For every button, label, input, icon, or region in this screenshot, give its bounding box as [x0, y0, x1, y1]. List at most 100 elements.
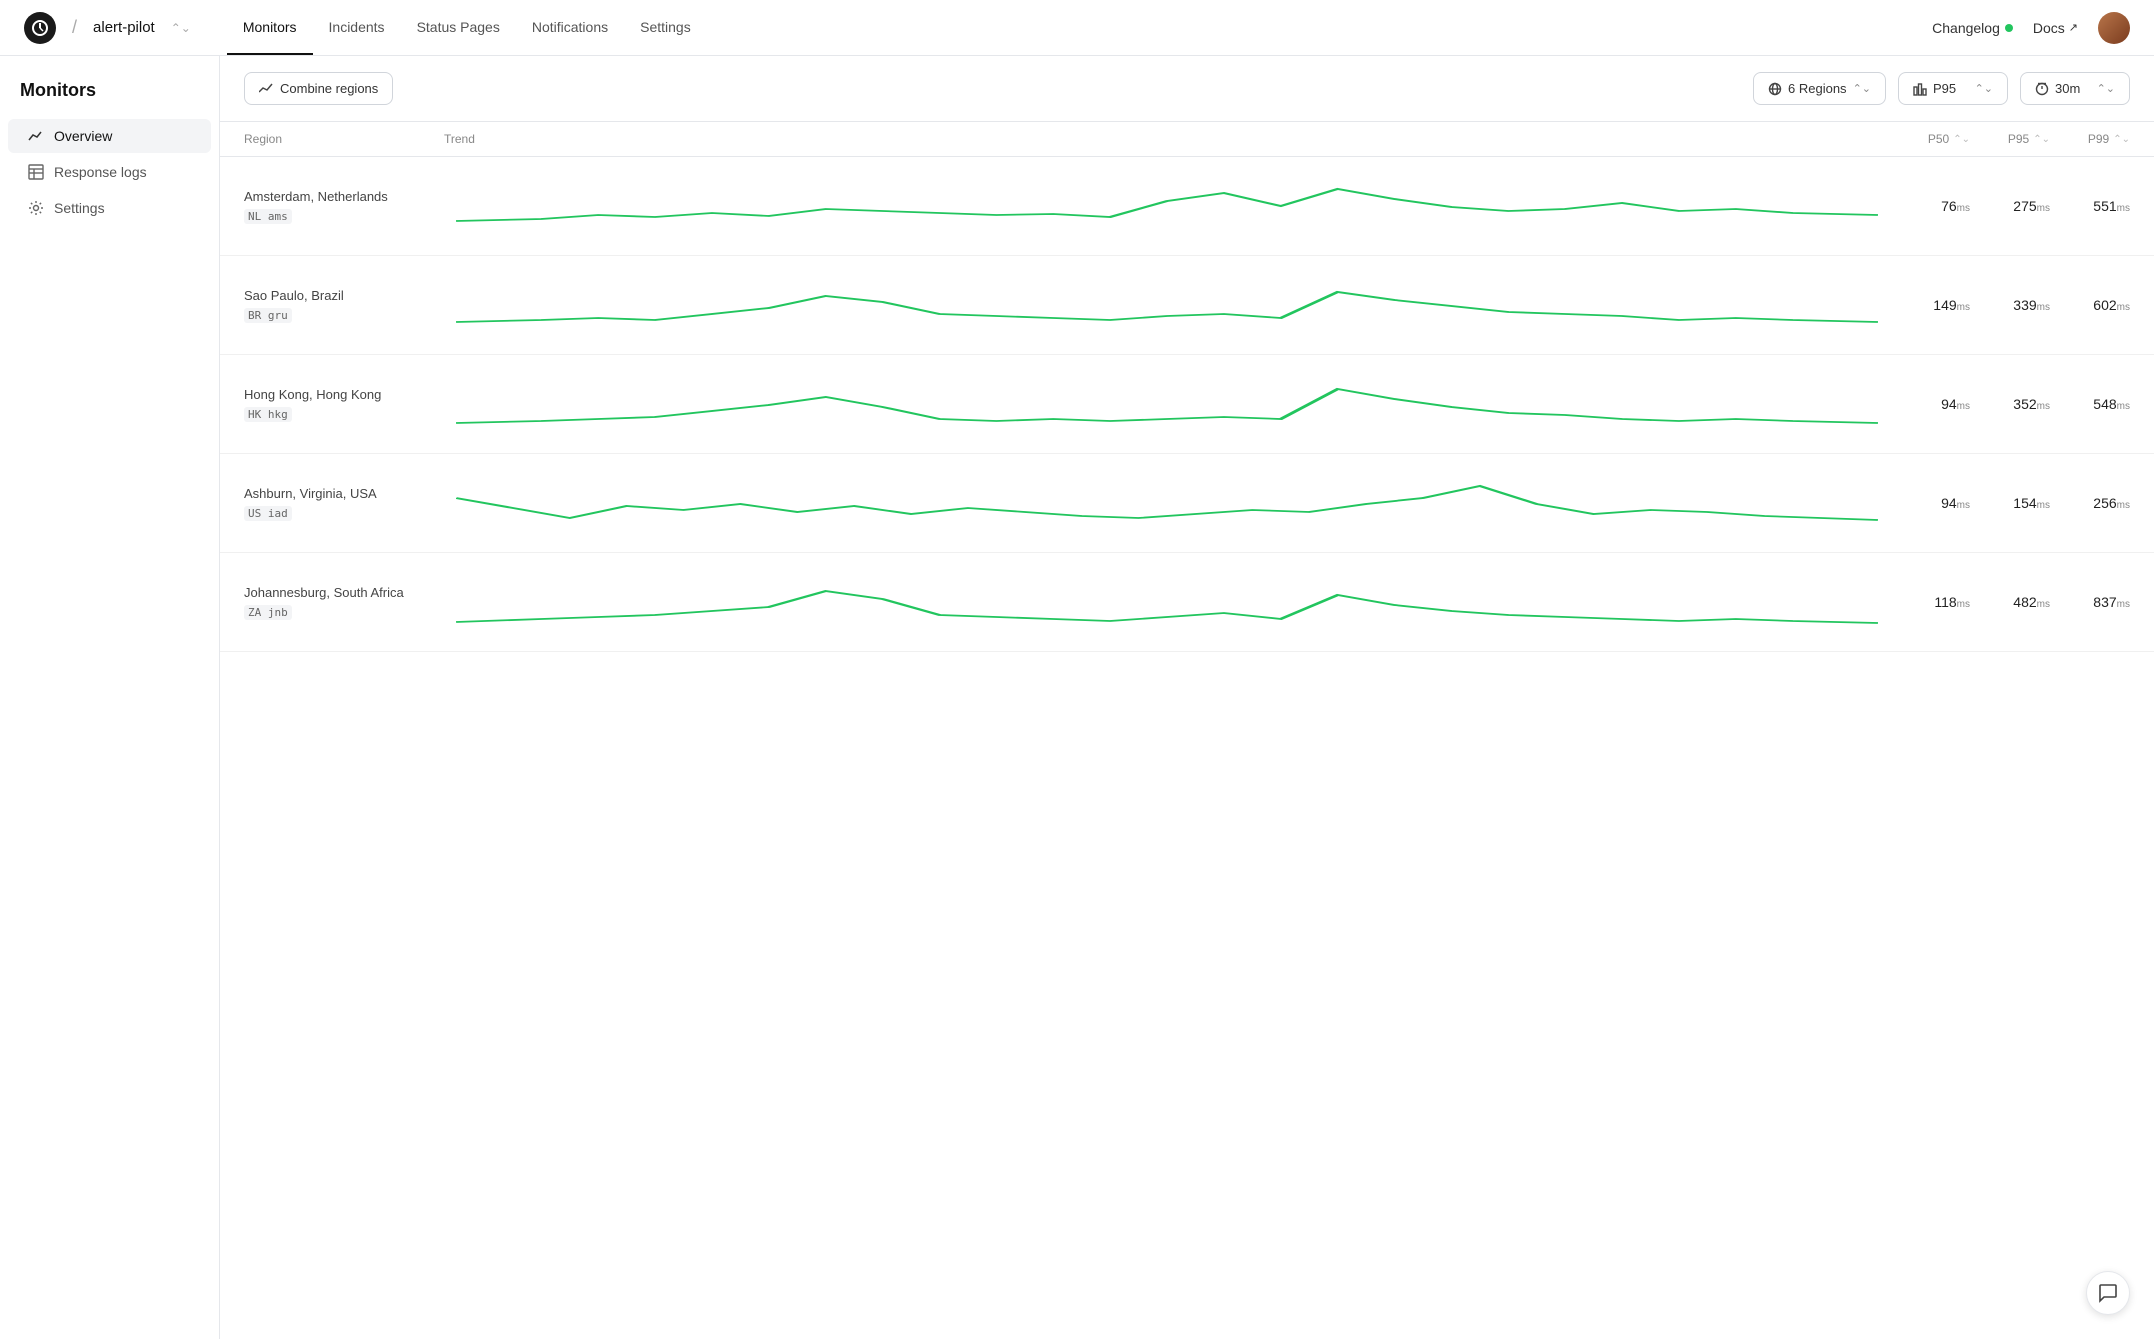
regions-label: 6 Regions — [1788, 81, 1847, 96]
p50-sort-icon: ⌃⌄ — [1953, 134, 1970, 145]
bar-chart-icon — [1913, 82, 1927, 96]
p50-gru: 149ms — [1890, 297, 1970, 313]
table-row: Ashburn, Virginia, USA US iad 94ms 154ms… — [220, 454, 2154, 553]
percentile-label: P95 — [1933, 81, 1956, 96]
nav-right: Changelog Docs ↗ — [1932, 12, 2130, 44]
region-info-jnb: Johannesburg, South Africa ZA jnb — [244, 584, 444, 620]
p99-ams: 551ms — [2050, 198, 2130, 214]
sidebar-response-logs-label: Response logs — [54, 164, 147, 180]
col-region-label: Region — [244, 132, 282, 146]
changelog-button[interactable]: Changelog — [1932, 20, 2013, 36]
changelog-label: Changelog — [1932, 20, 2000, 36]
docs-label: Docs — [2033, 20, 2065, 36]
col-p50-label: P50 — [1928, 132, 1949, 146]
sidebar-item-overview[interactable]: Overview — [8, 119, 211, 153]
region-name-ams: Amsterdam, Netherlands — [244, 188, 444, 206]
app-logo[interactable] — [24, 12, 56, 44]
region-name-jnb: Johannesburg, South Africa — [244, 584, 444, 602]
sparkline-gru — [444, 270, 1890, 340]
table-icon — [28, 164, 44, 180]
table-row: Hong Kong, Hong Kong HK hkg 94ms 352ms 5… — [220, 355, 2154, 454]
region-info-hkg: Hong Kong, Hong Kong HK hkg — [244, 386, 444, 422]
p95-jnb: 482ms — [1970, 594, 2050, 610]
p95-gru: 339ms — [1970, 297, 2050, 313]
region-info-iad: Ashburn, Virginia, USA US iad — [244, 485, 444, 521]
sparkline-ams — [444, 171, 1890, 241]
top-nav: / alert-pilot ⌃⌄ Monitors Incidents Stat… — [0, 0, 2154, 56]
time-chevron: ⌃⌄ — [2097, 82, 2115, 95]
content-area: Combine regions 6 Regions ⌃⌄ P95 — [220, 56, 2154, 1339]
region-name-gru: Sao Paulo, Brazil — [244, 287, 444, 305]
p95-hkg: 352ms — [1970, 396, 2050, 412]
nav-notifications[interactable]: Notifications — [516, 1, 624, 55]
table-header: Region Trend P50 ⌃⌄ P95 ⌃⌄ P99 ⌃⌄ — [220, 122, 2154, 157]
p99-jnb: 837ms — [2050, 594, 2130, 610]
col-trend: Trend — [444, 132, 1890, 146]
main-layout: Monitors Overview Response logs — [0, 56, 2154, 1339]
regions-chevron: ⌃⌄ — [1853, 82, 1871, 95]
chat-icon — [2098, 1283, 2118, 1303]
docs-button[interactable]: Docs ↗ — [2033, 20, 2078, 36]
p50-ams: 76ms — [1890, 198, 1970, 214]
region-code-ams: NL ams — [244, 209, 292, 224]
p99-sort-icon: ⌃⌄ — [2113, 134, 2130, 145]
p99-hkg: 548ms — [2050, 396, 2130, 412]
external-link-icon: ↗ — [2069, 21, 2078, 34]
region-code-gru: BR gru — [244, 308, 292, 323]
sidebar-item-settings[interactable]: Settings — [8, 191, 211, 225]
p50-hkg: 94ms — [1890, 396, 1970, 412]
region-name-hkg: Hong Kong, Hong Kong — [244, 386, 444, 404]
nav-slash: / — [72, 17, 77, 38]
time-select[interactable]: 30m ⌃⌄ — [2020, 72, 2130, 105]
nav-settings[interactable]: Settings — [624, 1, 707, 55]
nav-links: Monitors Incidents Status Pages Notifica… — [227, 1, 707, 55]
col-trend-label: Trend — [444, 132, 475, 146]
sidebar-title: Monitors — [0, 80, 219, 117]
gear-icon — [28, 200, 44, 216]
p50-iad: 94ms — [1890, 495, 1970, 511]
col-p50[interactable]: P50 ⌃⌄ — [1890, 132, 1970, 146]
nav-incidents[interactable]: Incidents — [313, 1, 401, 55]
p95-iad: 154ms — [1970, 495, 2050, 511]
col-region: Region — [244, 132, 444, 146]
sparkline-hkg — [444, 369, 1890, 439]
col-p95-label: P95 — [2008, 132, 2029, 146]
region-info-ams: Amsterdam, Netherlands NL ams — [244, 188, 444, 224]
timer-icon — [2035, 82, 2049, 96]
nav-status-pages[interactable]: Status Pages — [401, 1, 516, 55]
region-code-jnb: ZA jnb — [244, 605, 292, 620]
p99-iad: 256ms — [2050, 495, 2130, 511]
sidebar-overview-label: Overview — [54, 128, 112, 144]
combine-regions-button[interactable]: Combine regions — [244, 72, 393, 105]
region-info-gru: Sao Paulo, Brazil BR gru — [244, 287, 444, 323]
region-name-iad: Ashburn, Virginia, USA — [244, 485, 444, 503]
col-p99[interactable]: P99 ⌃⌄ — [2050, 132, 2130, 146]
nav-monitors[interactable]: Monitors — [227, 1, 313, 55]
chat-button[interactable] — [2086, 1271, 2130, 1315]
percentile-select[interactable]: P95 ⌃⌄ — [1898, 72, 2008, 105]
p50-jnb: 118ms — [1890, 594, 1970, 610]
table-row: Amsterdam, Netherlands NL ams 76ms 275ms… — [220, 157, 2154, 256]
user-avatar[interactable] — [2098, 12, 2130, 44]
sparkline-jnb — [444, 567, 1890, 637]
regions-select[interactable]: 6 Regions ⌃⌄ — [1753, 72, 1886, 105]
percentile-chevron: ⌃⌄ — [1975, 82, 1993, 95]
p99-gru: 602ms — [2050, 297, 2130, 313]
col-p95[interactable]: P95 ⌃⌄ — [1970, 132, 2050, 146]
app-name: alert-pilot — [93, 19, 155, 36]
chart-icon — [28, 128, 44, 144]
p95-sort-icon: ⌃⌄ — [2033, 134, 2050, 145]
region-code-hkg: HK hkg — [244, 407, 292, 422]
app-switcher-icon[interactable]: ⌃⌄ — [171, 21, 191, 35]
sparkline-iad — [444, 468, 1890, 538]
table-row: Sao Paulo, Brazil BR gru 149ms 339ms 602… — [220, 256, 2154, 355]
region-code-iad: US iad — [244, 506, 292, 521]
globe-icon — [1768, 82, 1782, 96]
toolbar: Combine regions 6 Regions ⌃⌄ P95 — [220, 56, 2154, 122]
sidebar: Monitors Overview Response logs — [0, 56, 220, 1339]
sidebar-settings-label: Settings — [54, 200, 105, 216]
chart-line-icon — [259, 82, 273, 96]
sidebar-item-response-logs[interactable]: Response logs — [8, 155, 211, 189]
p95-ams: 275ms — [1970, 198, 2050, 214]
changelog-dot — [2005, 24, 2013, 32]
